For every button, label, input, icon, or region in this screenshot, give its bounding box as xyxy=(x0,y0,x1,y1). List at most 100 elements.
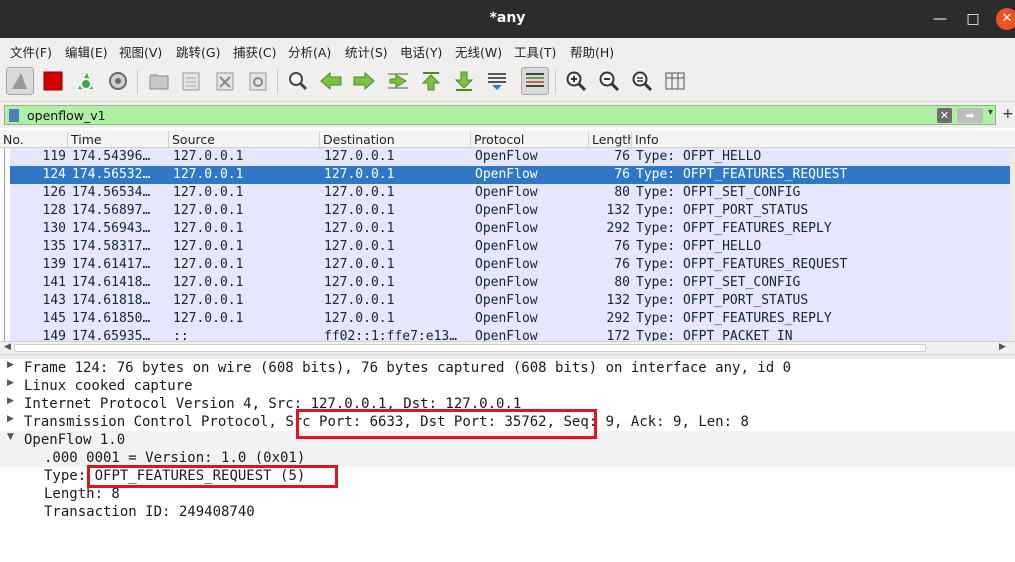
go-last-icon[interactable] xyxy=(450,67,478,95)
menu-capture[interactable]: 捕获(C) xyxy=(233,42,276,61)
column-no[interactable]: No. xyxy=(0,132,68,148)
menu-telephony[interactable]: 电话(Y) xyxy=(400,42,442,61)
scroll-left-icon[interactable]: ◀ xyxy=(4,342,11,352)
cell-dst: 127.0.0.1 xyxy=(324,293,395,308)
restart-capture-icon[interactable] xyxy=(72,67,100,95)
menu-help[interactable]: 帮助(H) xyxy=(570,42,614,61)
packet-list-header: No. Time Source Destination Protocol Len… xyxy=(0,130,1015,148)
cell-proto: OpenFlow xyxy=(475,167,538,182)
main-toolbar xyxy=(0,62,1015,102)
expand-icon[interactable]: ▶ xyxy=(7,360,14,370)
autoscroll-icon[interactable] xyxy=(483,67,511,95)
packet-row[interactable]: 119 174.54396… 127.0.0.1 127.0.0.1 OpenFlow 7… xyxy=(10,148,1010,166)
cell-time: 174.61418… xyxy=(72,275,151,290)
cell-src: 127.0.0.1 xyxy=(173,221,244,236)
column-time[interactable]: Time xyxy=(68,132,169,148)
expand-icon[interactable]: ▶ xyxy=(7,414,14,424)
packet-list-hscroll[interactable]: ◀ ▶ xyxy=(0,341,1015,354)
packet-row[interactable]: 126 174.56534… 127.0.0.1 127.0.0.1 OpenFlow 8… xyxy=(10,184,1010,202)
menu-statistics[interactable]: 统计(S) xyxy=(345,42,388,61)
packet-row[interactable]: 143 174.61818… 127.0.0.1 127.0.0.1 OpenFlow 1… xyxy=(10,292,1010,310)
menu-tools[interactable]: 工具(T) xyxy=(514,42,556,61)
cell-dst: 127.0.0.1 xyxy=(324,257,395,272)
cell-src: 127.0.0.1 xyxy=(173,275,244,290)
colorize-icon[interactable] xyxy=(521,67,549,95)
cell-info: Type: OFPT_FEATURES_REPLY xyxy=(636,221,832,236)
collapse-icon[interactable]: ▼ xyxy=(7,432,14,442)
menu-file[interactable]: 文件(F) xyxy=(10,42,52,61)
shark-fin-start-icon[interactable] xyxy=(6,67,34,95)
capture-options-icon[interactable] xyxy=(104,67,132,95)
menu-edit[interactable]: 编辑(E) xyxy=(65,42,108,61)
cell-time: 174.56897… xyxy=(72,203,151,218)
cell-time: 174.61417… xyxy=(72,257,151,272)
detail-transaction-id[interactable]: Transaction ID: 249408740 xyxy=(0,503,1015,521)
reload-file-icon[interactable] xyxy=(244,67,272,95)
cell-dst: 127.0.0.1 xyxy=(324,221,395,236)
zoom-out-icon[interactable] xyxy=(595,67,623,95)
packet-details: ▶ Frame 124: 76 bytes on wire (608 bits)… xyxy=(0,359,1015,562)
menu-view[interactable]: 视图(V) xyxy=(119,42,162,61)
clear-filter-icon[interactable]: ✕ xyxy=(937,108,952,123)
column-length[interactable]: Length xyxy=(589,132,632,148)
close-file-icon[interactable] xyxy=(211,67,239,95)
type-label: Type: xyxy=(44,468,87,484)
cell-src: 127.0.0.1 xyxy=(173,293,244,308)
cell-src: 127.0.0.1 xyxy=(173,239,244,254)
packet-row[interactable]: 145 174.61850… 127.0.0.1 127.0.0.1 OpenFlow 2… xyxy=(10,310,1010,328)
column-source[interactable]: Source xyxy=(169,132,320,148)
zoom-in-icon[interactable] xyxy=(562,67,590,95)
go-first-icon[interactable] xyxy=(417,67,445,95)
close-icon[interactable]: ✕ xyxy=(996,8,1015,30)
cell-src: 127.0.0.1 xyxy=(173,203,244,218)
menu-analyze[interactable]: 分析(A) xyxy=(288,42,331,61)
open-file-icon[interactable] xyxy=(145,67,173,95)
resize-columns-icon[interactable] xyxy=(661,67,689,95)
zoom-normal-icon[interactable] xyxy=(628,67,656,95)
maximize-icon[interactable]: □ xyxy=(963,9,983,29)
detail-linux-cooked[interactable]: ▶ Linux cooked capture xyxy=(0,377,1015,395)
packet-row[interactable]: 130 174.56943… 127.0.0.1 127.0.0.1 OpenFlow 2… xyxy=(10,220,1010,238)
title-bar: *any — □ ✕ xyxy=(0,0,1015,38)
cell-len: 292 xyxy=(606,221,630,236)
menu-wireless[interactable]: 无线(W) xyxy=(455,42,502,61)
apply-filter-icon[interactable]: ➡ xyxy=(957,108,983,123)
go-to-packet-icon[interactable] xyxy=(384,67,412,95)
packet-row[interactable]: 135 174.58317… 127.0.0.1 127.0.0.1 OpenFlow 7… xyxy=(10,238,1010,256)
stop-capture-icon[interactable] xyxy=(39,67,67,95)
cell-info: Type: OFPT_HELLO xyxy=(636,149,762,164)
expand-icon[interactable]: ▶ xyxy=(7,378,14,388)
save-file-icon[interactable] xyxy=(177,67,205,95)
minimize-icon[interactable]: — xyxy=(930,9,950,29)
packet-row[interactable]: 124 174.56532… 127.0.0.1 127.0.0.1 OpenFlow 7… xyxy=(10,166,1010,184)
window-title: *any xyxy=(489,10,526,26)
go-back-icon[interactable] xyxy=(317,67,345,95)
filter-text: openflow_v1 xyxy=(27,108,106,123)
cell-no: 128 xyxy=(42,203,66,218)
packet-list-vscroll[interactable] xyxy=(1010,148,1015,342)
menu-go[interactable]: 跳转(G) xyxy=(176,42,220,61)
cell-len: 292 xyxy=(606,311,630,326)
add-filter-button-icon[interactable]: + xyxy=(1002,106,1014,122)
filter-history-dropdown-icon[interactable]: ▾ xyxy=(988,107,993,118)
expand-icon[interactable]: ▶ xyxy=(7,396,14,406)
packet-list: No. Time Source Destination Protocol Len… xyxy=(0,130,1015,354)
packet-row[interactable]: 141 174.61418… 127.0.0.1 127.0.0.1 OpenFlow 8… xyxy=(10,274,1010,292)
packet-row[interactable]: 139 174.61417… 127.0.0.1 127.0.0.1 OpenFlow 7… xyxy=(10,256,1010,274)
scroll-thumb[interactable] xyxy=(14,344,926,352)
detail-frame[interactable]: ▶ Frame 124: 76 bytes on wire (608 bits)… xyxy=(0,359,1015,377)
cell-no: 141 xyxy=(42,275,66,290)
menu-bar: 文件(F) 编辑(E) 视图(V) 跳转(G) 捕获(C) 分析(A) 统计(S… xyxy=(0,38,1015,62)
go-forward-icon[interactable] xyxy=(350,67,378,95)
display-filter-input[interactable]: openflow_v1 ✕ ➡ ▾ xyxy=(4,105,996,125)
column-protocol[interactable]: Protocol xyxy=(471,132,589,148)
column-destination[interactable]: Destination xyxy=(320,132,471,148)
column-info[interactable]: Info xyxy=(632,132,1015,148)
find-packet-icon[interactable] xyxy=(284,67,312,95)
highlight-box-ports xyxy=(296,409,597,439)
cell-info: Type: OFPT_HELLO xyxy=(636,239,762,254)
cell-time: 174.58317… xyxy=(72,239,151,254)
scroll-right-icon[interactable]: ▶ xyxy=(999,342,1006,352)
packet-row[interactable]: 128 174.56897… 127.0.0.1 127.0.0.1 OpenFlow 1… xyxy=(10,202,1010,220)
bookmark-icon[interactable] xyxy=(9,109,19,122)
